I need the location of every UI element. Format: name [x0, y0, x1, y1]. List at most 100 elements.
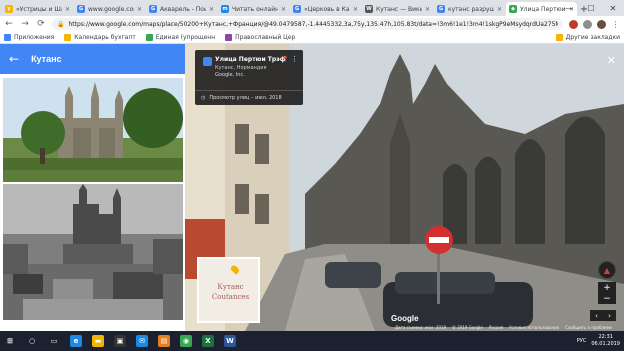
taskbar-windows-start-icon[interactable]: ⊞ — [4, 335, 16, 347]
footer-link[interactable]: © 2019 Google — [452, 325, 483, 330]
footer-link[interactable]: Условия использования — [509, 325, 559, 330]
extension-icons: ⋮ — [569, 19, 620, 29]
close-tab-icon[interactable]: ✕ — [281, 6, 286, 13]
browser-tab[interactable]: mЧитать онлайн "К✕ — [218, 2, 289, 16]
zoom-in-button[interactable]: + — [598, 282, 616, 293]
close-tab-icon[interactable]: ✕ — [425, 6, 430, 13]
close-window-button[interactable]: ✕ — [602, 0, 624, 16]
browser-tab[interactable]: GАкварель - Поис✕ — [146, 2, 217, 16]
menu-icon[interactable]: ⋮ — [611, 19, 620, 29]
zoom-out-button[interactable]: − — [598, 293, 616, 304]
browser-tab[interactable]: G«Церковь в Карп✕ — [290, 2, 361, 16]
street-view-footer: Дата съемки: июл. 2018 © 2019 Google Росси… — [395, 325, 612, 330]
extension-icon[interactable] — [583, 19, 592, 29]
tab-title: кутанс разрушен — [448, 5, 494, 13]
bookmark-label: Другие закладки — [565, 34, 620, 41]
browser-tab[interactable]: у«Устрицы и Шам✕ — [2, 2, 73, 16]
language-indicator[interactable]: РУС — [577, 338, 587, 344]
footer-link[interactable]: Сообщить о проблеме — [565, 325, 612, 330]
reload-button[interactable]: ⟳ — [36, 19, 46, 29]
footer-link[interactable]: Россия — [489, 325, 503, 330]
taskbar-explorer-icon[interactable]: ▬ — [92, 335, 104, 347]
compass-button[interactable]: ▲ — [598, 261, 616, 279]
browser-tab[interactable]: WКутанс — Википе✕ — [362, 2, 433, 16]
address-url[interactable]: https://www.google.com/maps/place/50200+… — [68, 21, 558, 28]
bookmark-item[interactable]: Календарь бухгалт — [64, 34, 136, 41]
bookmark-item[interactable]: Православный Цер — [225, 34, 295, 41]
minimap-label-ru: Кутанс — [217, 283, 244, 291]
taskbar-edge-icon[interactable]: e — [70, 335, 82, 347]
address-bar[interactable]: 🔒 https://www.google.com/maps/place/5020… — [52, 18, 563, 30]
minimap-label-fr: Coutances — [211, 293, 250, 301]
tab-title: Акварель - Поис — [160, 5, 206, 13]
street-view[interactable]: Улица Пертюи Трэф Кутанс, Нормандия Goog… — [185, 44, 624, 331]
tab-title: Кутанс — Википе — [376, 5, 422, 13]
tab-favicon-icon: G — [77, 5, 85, 13]
place-name: Улица Пертюи Трэф — [215, 56, 286, 63]
tab-title: «Устрицы и Шам — [16, 5, 62, 13]
taskbar-search-icon[interactable]: ○ — [26, 335, 38, 347]
tab-favicon-icon: ◆ — [509, 5, 517, 13]
system-tray: РУС 22:31 06.01.2019 — [577, 334, 620, 348]
pin-icon[interactable]: 📍 — [282, 56, 289, 63]
close-tab-icon[interactable]: ✕ — [353, 6, 358, 13]
pan-left-button[interactable]: ‹ — [590, 310, 603, 321]
close-tab-icon[interactable]: ✕ — [137, 6, 142, 13]
minimize-button[interactable]: — — [558, 0, 580, 16]
tab-favicon-icon: m — [221, 5, 229, 13]
taskbar-store-icon[interactable]: ▣ — [114, 335, 126, 347]
bookmark-icon — [64, 34, 72, 41]
browser-tab[interactable]: Gwww.google.com✕ — [74, 2, 145, 16]
provider-label: Google, Inc. — [215, 72, 245, 78]
close-tab-icon[interactable]: ✕ — [209, 6, 214, 13]
back-button[interactable]: ← — [4, 19, 14, 29]
taskbar-word-icon[interactable]: W — [224, 335, 236, 347]
bookmark-label: Календарь бухгалт — [74, 34, 136, 41]
close-tab-icon[interactable]: ✕ — [497, 6, 502, 13]
tab-favicon-icon: у — [5, 5, 13, 13]
pan-right-button[interactable]: › — [603, 310, 616, 321]
clock[interactable]: 22:31 06.01.2019 — [591, 334, 620, 348]
tab-favicon-icon: W — [365, 5, 373, 13]
panel-title: Кутанс — [31, 54, 62, 64]
taskbar-photos-icon[interactable]: ▤ — [158, 335, 170, 347]
minimap[interactable]: Кутанс Coutances — [197, 257, 260, 323]
bookmark-icon — [225, 34, 233, 41]
clock-time: 22:31 — [598, 334, 613, 340]
tab-strip: у«Устрицы и Шам✕Gwww.google.com✕GАкварел… — [0, 0, 624, 16]
taskbar-chrome-icon[interactable]: ◉ — [180, 335, 192, 347]
tab-title: «Церковь в Карп — [304, 5, 350, 13]
tab-favicon-icon: G — [437, 5, 445, 13]
bookmark-item[interactable]: Приложения — [4, 34, 54, 41]
taskbar-mail-icon[interactable]: ✉ — [136, 335, 148, 347]
bookmarks-bar: Приложения Календарь бухгалт Единая (упрощ… — [0, 32, 624, 44]
place-photo[interactable] — [3, 78, 183, 182]
place-info-card: Улица Пертюи Трэф Кутанс, Нормандия Goog… — [195, 50, 303, 105]
extension-icon[interactable] — [569, 19, 578, 29]
history-button[interactable]: ◷ Просмотр улиц – июл. 2018 — [195, 90, 303, 105]
location-pin-icon — [229, 264, 241, 275]
close-street-view-button[interactable]: ✕ — [607, 54, 616, 67]
place-photo[interactable] — [3, 184, 183, 320]
taskbar-excel-icon[interactable]: X — [202, 335, 214, 347]
panel-back-icon[interactable]: ← — [9, 52, 19, 66]
more-options-icon[interactable]: ⋮ — [291, 55, 298, 63]
taskbar-taskview-icon[interactable]: ▭ — [48, 335, 60, 347]
browser-tab[interactable]: Gкутанс разрушен✕ — [434, 2, 505, 16]
zoom-controls: + − — [598, 282, 616, 304]
bookmark-item[interactable]: Единая (упрощенн — [145, 34, 215, 41]
lock-icon: 🔒 — [57, 20, 65, 28]
close-tab-icon[interactable]: ✕ — [65, 6, 70, 13]
browser-toolbar: ← → ⟳ 🔒 https://www.google.com/maps/plac… — [0, 16, 624, 32]
maximize-button[interactable]: ☐ — [580, 0, 602, 16]
tab-title: www.google.com — [88, 5, 134, 13]
profile-avatar-icon[interactable] — [597, 19, 606, 29]
tab-title: Читать онлайн "К — [232, 5, 278, 13]
bookmark-icon — [145, 34, 153, 41]
folder-icon — [555, 34, 563, 41]
bookmark-other[interactable]: Другие закладки — [555, 34, 620, 41]
clock-icon: ◷ — [201, 95, 206, 101]
panel-header: ← Кутанс — [0, 44, 185, 74]
forward-button[interactable]: → — [20, 19, 30, 29]
bookmark-label: Православный Цер — [235, 34, 296, 41]
